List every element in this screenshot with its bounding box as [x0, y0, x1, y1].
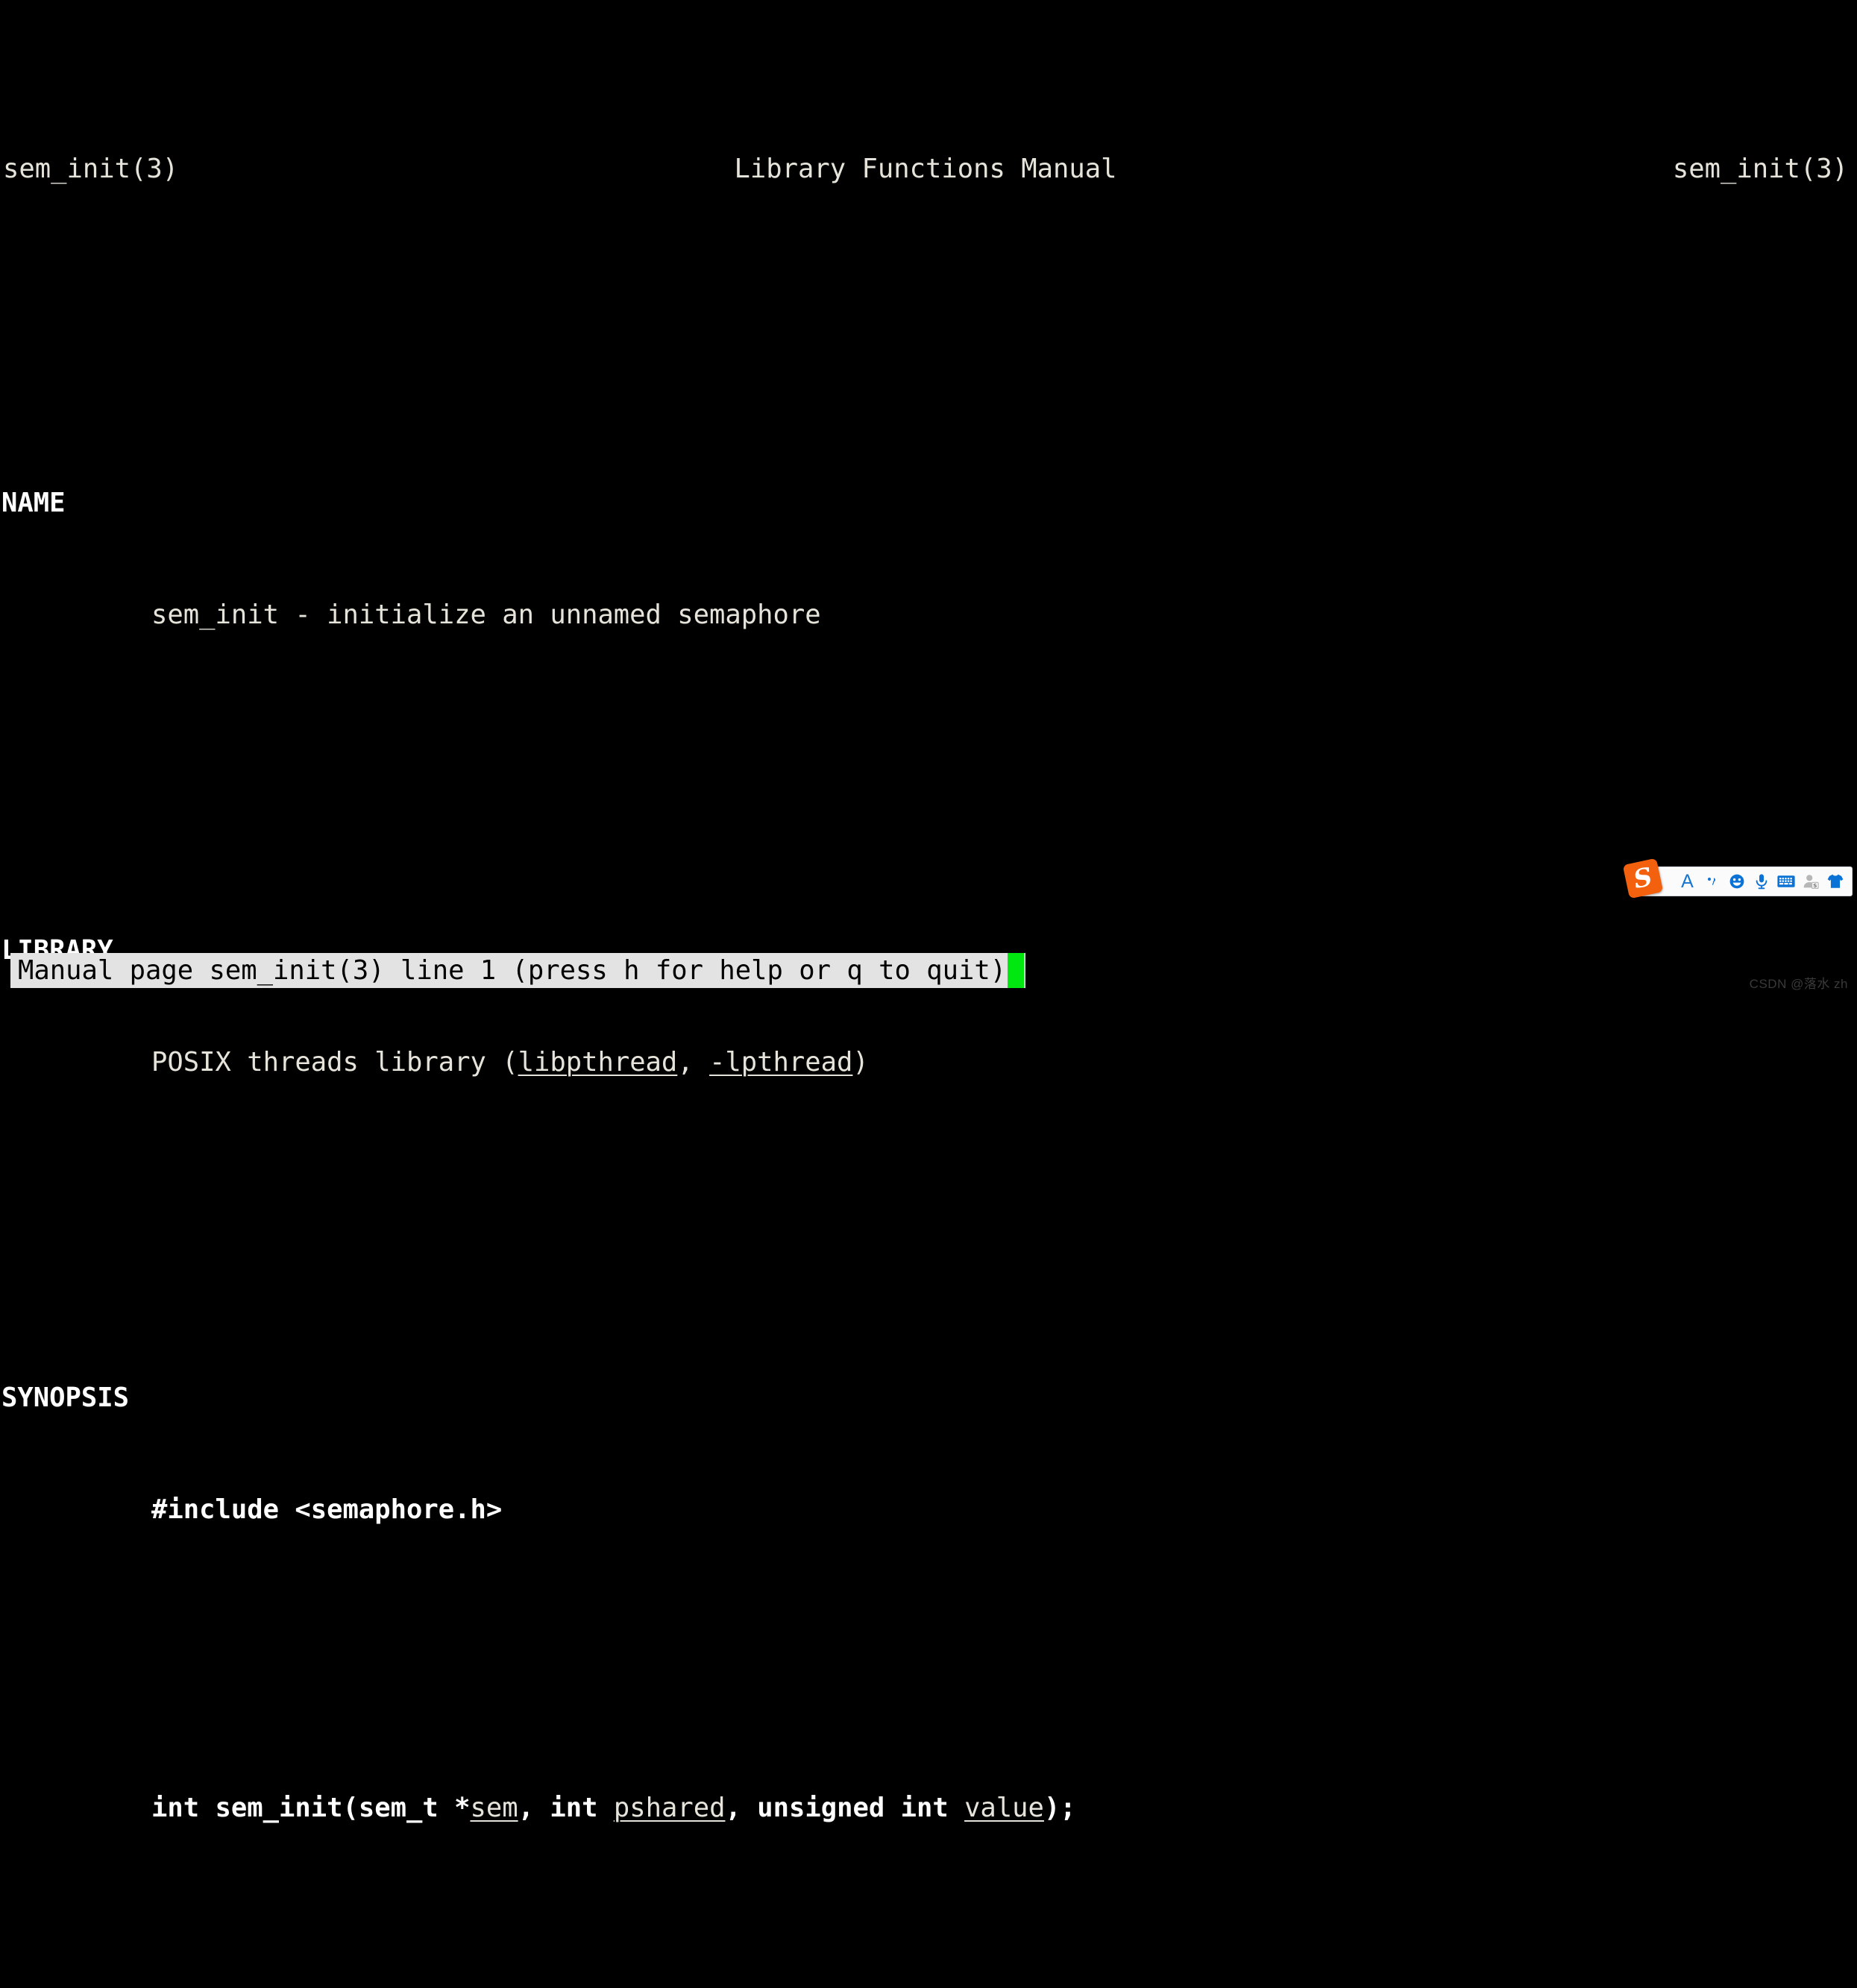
name-body-text: sem_init - initialize an unnamed semapho…: [151, 600, 821, 630]
library-name-link: libpthread: [518, 1047, 678, 1078]
sogou-logo-letter: S: [1630, 861, 1656, 896]
header-left-title: sem_init(3): [3, 154, 179, 184]
voice-input-button[interactable]: [1749, 867, 1773, 896]
emoji-icon: [1729, 874, 1744, 889]
punctuation-icon: [1707, 877, 1715, 885]
sogou-ime-toolbar[interactable]: A S: [1640, 866, 1853, 896]
svg-text:S: S: [1813, 882, 1817, 889]
sogou-logo-icon[interactable]: S: [1622, 858, 1664, 899]
user-account-button[interactable]: S: [1798, 867, 1823, 896]
prototype-part-1: int sem_init(sem_t *: [151, 1793, 471, 1823]
prototype-part-3: , unsigned int: [725, 1793, 965, 1823]
soft-keyboard-button[interactable]: [1773, 867, 1798, 896]
header-right-title: sem_init(3): [1672, 154, 1848, 184]
library-body-prefix: POSIX threads library (: [151, 1047, 518, 1078]
library-body-separator: ,: [677, 1047, 710, 1078]
prototype-arg-value: value: [964, 1793, 1044, 1823]
prototype-arg-sem: sem: [470, 1793, 518, 1823]
terminal-man-page[interactable]: sem_init(3) Library Functions Manual sem…: [0, 0, 1857, 1823]
csdn-watermark-text: CSDN @落水 zh: [1749, 977, 1848, 991]
header-center-title: Library Functions Manual: [734, 154, 1117, 184]
user-account-icon: S: [1803, 875, 1819, 890]
library-flag-link: -lpthread: [709, 1047, 853, 1078]
voice-input-icon: [1756, 874, 1767, 890]
prototype-part-4: );: [1043, 1793, 1076, 1823]
skin-button[interactable]: [1823, 867, 1847, 896]
prototype-arg-pshared: pshared: [613, 1793, 726, 1823]
man-page-header: sem_init(3) Library Functions Manual sem…: [0, 149, 1857, 186]
pager-status-bar[interactable]: Manual page sem_init(3) line 1 (press h …: [10, 953, 1026, 988]
include-directive-text: #include <semaphore.h>: [151, 1494, 503, 1525]
section-heading-synopsis-label: SYNOPSIS: [1, 1383, 129, 1413]
input-mode-english-icon: A: [1681, 870, 1694, 892]
section-heading-name-label: NAME: [1, 488, 66, 518]
synopsis-include-line: #include <semaphore.h>: [0, 1491, 1857, 1529]
input-mode-english-button[interactable]: A: [1675, 867, 1700, 896]
prototype-part-2: , int: [518, 1793, 614, 1823]
synopsis-prototype-line: int sem_init(sem_t *sem, int pshared, un…: [0, 1790, 1857, 1827]
punctuation-toggle-button[interactable]: [1700, 867, 1724, 896]
name-body-line: sem_init - initialize an unnamed semapho…: [0, 597, 1857, 634]
pager-status-text: Manual page sem_init(3) line 1 (press h …: [18, 955, 1007, 986]
emoji-button[interactable]: [1724, 867, 1749, 896]
section-heading-name: NAME: [0, 485, 1857, 522]
csdn-watermark: CSDN @落水 zh: [1741, 958, 1848, 992]
library-body-line: POSIX threads library (libpthread, -lpth…: [0, 1044, 1857, 1081]
section-heading-synopsis: SYNOPSIS: [0, 1380, 1857, 1417]
skin-icon: [1827, 874, 1843, 888]
text-cursor: [1008, 953, 1025, 988]
library-body-suffix: ): [852, 1047, 869, 1078]
soft-keyboard-icon: [1776, 875, 1795, 887]
